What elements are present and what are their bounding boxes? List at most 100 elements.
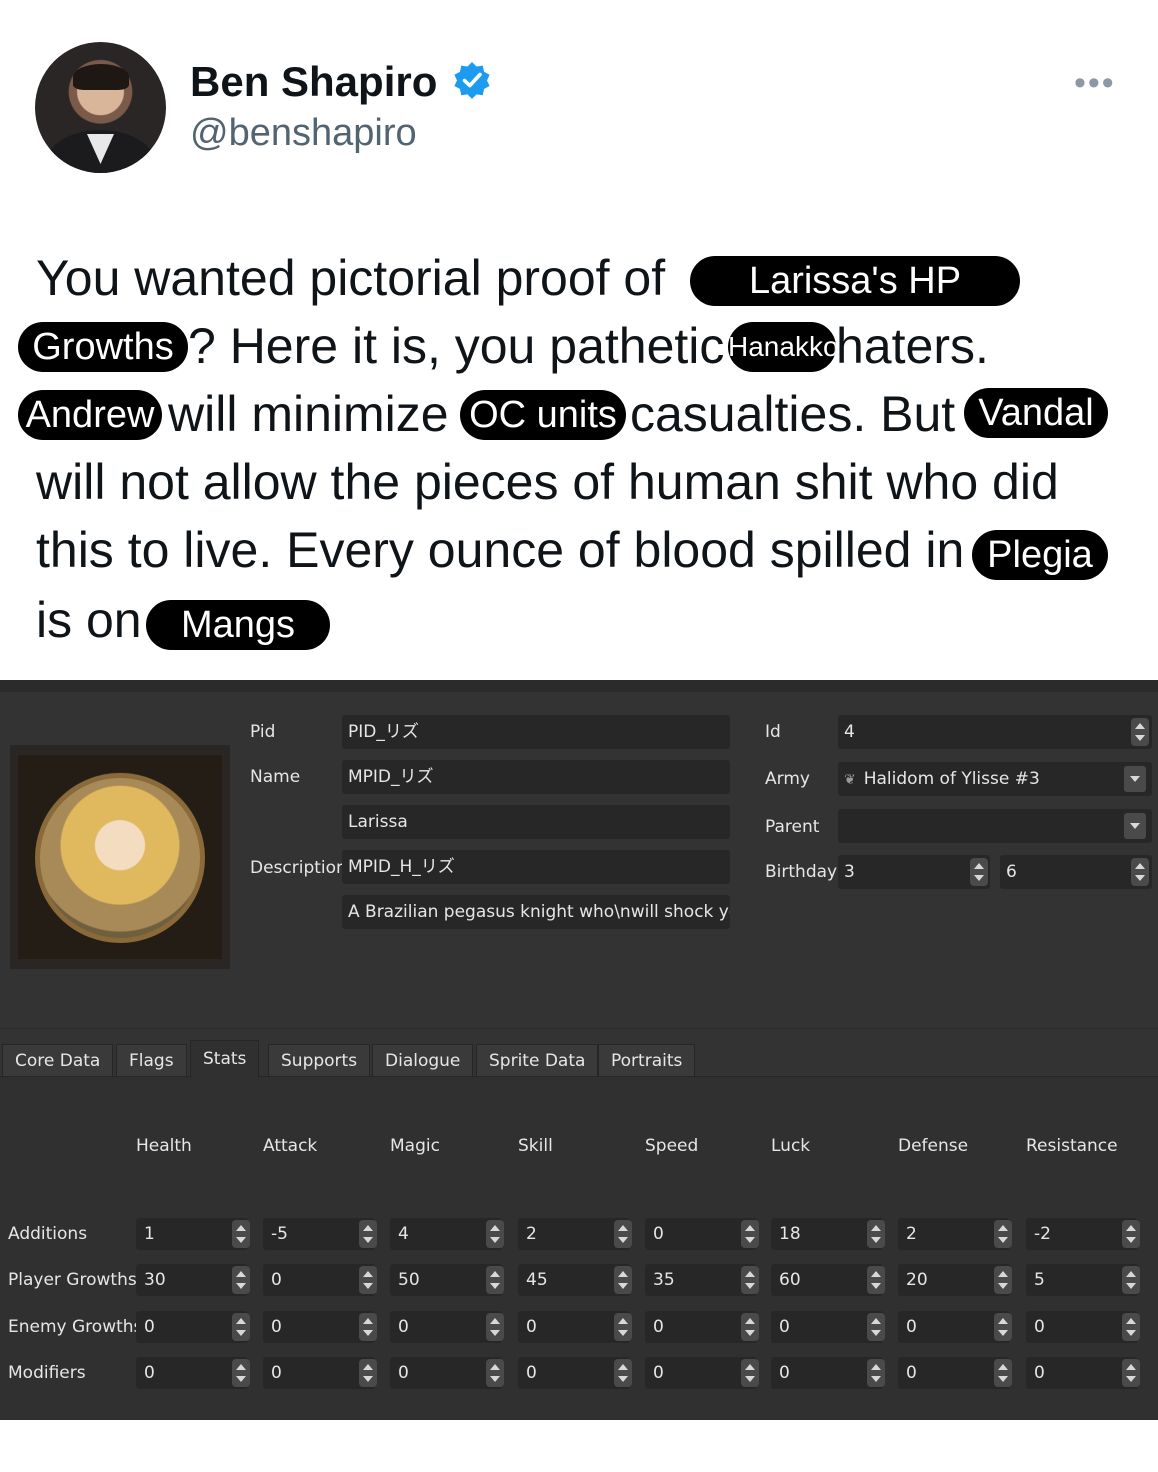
tweet-text-line-2b: haters. — [836, 318, 989, 374]
name-text-field[interactable]: Larissa — [342, 805, 730, 839]
id-label: Id — [765, 722, 781, 742]
name-id-field[interactable]: MPID_リズ — [342, 760, 730, 794]
redaction-4: Andrew — [18, 390, 162, 440]
army-dropdown-icon[interactable] — [1124, 766, 1146, 792]
more-options-icon[interactable]: ••• — [1074, 64, 1116, 103]
stat-column-luck: Luck — [771, 1136, 811, 1156]
redaction-2: Growths — [18, 322, 188, 372]
tab-core-data[interactable]: Core Data — [2, 1044, 114, 1076]
stat-spinner-icon[interactable] — [359, 1359, 377, 1387]
parent-dropdown-icon[interactable] — [1124, 813, 1146, 839]
user-handle[interactable]: @benshapiro — [190, 112, 417, 155]
birthday-month-spinner[interactable] — [970, 858, 988, 886]
portrait-frame — [10, 745, 230, 969]
tabs-separator — [0, 1028, 1158, 1029]
stat-spinner-icon[interactable] — [867, 1266, 885, 1294]
stat-spinner-icon[interactable] — [994, 1266, 1012, 1294]
stat-spinner-icon[interactable] — [741, 1313, 759, 1341]
redaction-5: OC units — [460, 390, 626, 440]
birthday-label: Birthday — [765, 862, 838, 882]
birthday-day-field[interactable]: 6 — [1000, 855, 1152, 889]
character-portrait — [18, 755, 222, 959]
tab-flags[interactable]: Flags — [116, 1044, 187, 1076]
avatar-hair — [73, 64, 129, 90]
stat-spinner-icon[interactable] — [232, 1266, 250, 1294]
stat-spinner-icon[interactable] — [614, 1266, 632, 1294]
army-label: Army — [765, 769, 810, 789]
tweet-text-line-6: is on — [36, 592, 142, 648]
stat-spinner-icon[interactable] — [1122, 1266, 1140, 1294]
stat-spinner-icon[interactable] — [741, 1359, 759, 1387]
id-spinner[interactable] — [1131, 718, 1149, 746]
tweet-text-line-3b: casualties. But — [630, 386, 956, 442]
stat-spinner-icon[interactable] — [994, 1313, 1012, 1341]
parent-select[interactable] — [838, 809, 1152, 843]
stat-spinner-icon[interactable] — [1122, 1359, 1140, 1387]
tweet-text-line-1: You wanted pictorial proof of — [36, 250, 666, 306]
name-label: Name — [250, 767, 301, 787]
description-label: Description — [250, 858, 347, 878]
stat-spinner-icon[interactable] — [614, 1220, 632, 1248]
stat-row-label: Player Growths — [8, 1270, 137, 1290]
tab-dialogue[interactable]: Dialogue — [372, 1044, 474, 1076]
stat-column-defense: Defense — [898, 1136, 969, 1156]
stat-spinner-icon[interactable] — [867, 1359, 885, 1387]
stat-spinner-icon[interactable] — [994, 1359, 1012, 1387]
redaction-6: Vandal — [964, 388, 1108, 438]
stat-spinner-icon[interactable] — [1122, 1220, 1140, 1248]
stat-spinner-icon[interactable] — [232, 1220, 250, 1248]
stat-spinner-icon[interactable] — [359, 1313, 377, 1341]
redaction-3: Hanakko — [728, 322, 836, 372]
tweet-text-line-2a: ? Here it is, you pathetic — [188, 318, 725, 374]
stat-spinner-icon[interactable] — [867, 1220, 885, 1248]
stat-spinner-icon[interactable] — [232, 1313, 250, 1341]
tab-supports[interactable]: Supports — [268, 1044, 371, 1076]
stat-column-resistance: Resistance — [1026, 1136, 1118, 1156]
stat-row-label: Enemy Growths — [8, 1317, 143, 1337]
tab-sprite-data[interactable]: Sprite Data — [476, 1044, 599, 1076]
tweet-text-line-3a: will minimize — [168, 386, 449, 442]
stat-spinner-icon[interactable] — [614, 1359, 632, 1387]
army-emblem-icon: ❦ — [844, 772, 856, 788]
stat-spinner-icon[interactable] — [614, 1313, 632, 1341]
stat-spinner-icon[interactable] — [867, 1313, 885, 1341]
army-value: Halidom of Ylisse #3 — [863, 769, 1040, 789]
top-band — [0, 680, 1158, 692]
stat-spinner-icon[interactable] — [486, 1220, 504, 1248]
stat-spinner-icon[interactable] — [232, 1359, 250, 1387]
stat-row-label: Additions — [8, 1224, 88, 1244]
stat-column-speed: Speed — [645, 1136, 699, 1156]
stat-column-health: Health — [136, 1136, 192, 1156]
tab-portraits[interactable]: Portraits — [598, 1044, 696, 1076]
stat-column-attack: Attack — [263, 1136, 318, 1156]
stat-column-skill: Skill — [518, 1136, 553, 1156]
redaction-1: Larissa's HP — [690, 256, 1020, 306]
verified-badge-icon — [454, 62, 490, 99]
stat-spinner-icon[interactable] — [486, 1266, 504, 1294]
description-text-field[interactable]: A Brazilian pegasus knight who\nwill sho… — [342, 895, 730, 929]
redaction-7: Plegia — [972, 530, 1108, 580]
tweet-text-line-4: will not allow the pieces of human shit … — [36, 454, 1059, 510]
stat-spinner-icon[interactable] — [486, 1313, 504, 1341]
portrait-medallion — [35, 773, 205, 943]
avatar[interactable] — [35, 42, 166, 173]
stat-spinner-icon[interactable] — [741, 1266, 759, 1294]
id-field[interactable]: 4 — [838, 715, 1152, 749]
pid-label: Pid — [250, 722, 276, 742]
army-select[interactable]: ❦ Halidom of Ylisse #3 — [838, 762, 1152, 796]
description-id-field[interactable]: MPID_H_リズ — [342, 850, 730, 884]
tab-stats[interactable]: Stats — [190, 1040, 260, 1078]
editor-screenshot: Pid PID_リズ Name MPID_リズ Larissa Descript… — [0, 680, 1158, 1420]
stat-spinner-icon[interactable] — [486, 1359, 504, 1387]
stat-spinner-icon[interactable] — [741, 1220, 759, 1248]
stat-spinner-icon[interactable] — [1122, 1313, 1140, 1341]
pid-field[interactable]: PID_リズ — [342, 715, 730, 749]
birthday-day-spinner[interactable] — [1131, 858, 1149, 886]
stat-row-label: Modifiers — [8, 1363, 86, 1383]
display-name[interactable]: Ben Shapiro — [190, 58, 437, 106]
stat-spinner-icon[interactable] — [359, 1266, 377, 1294]
birthday-month-field[interactable]: 3 — [838, 855, 990, 889]
stat-column-magic: Magic — [390, 1136, 440, 1156]
stat-spinner-icon[interactable] — [359, 1220, 377, 1248]
stat-spinner-icon[interactable] — [994, 1220, 1012, 1248]
